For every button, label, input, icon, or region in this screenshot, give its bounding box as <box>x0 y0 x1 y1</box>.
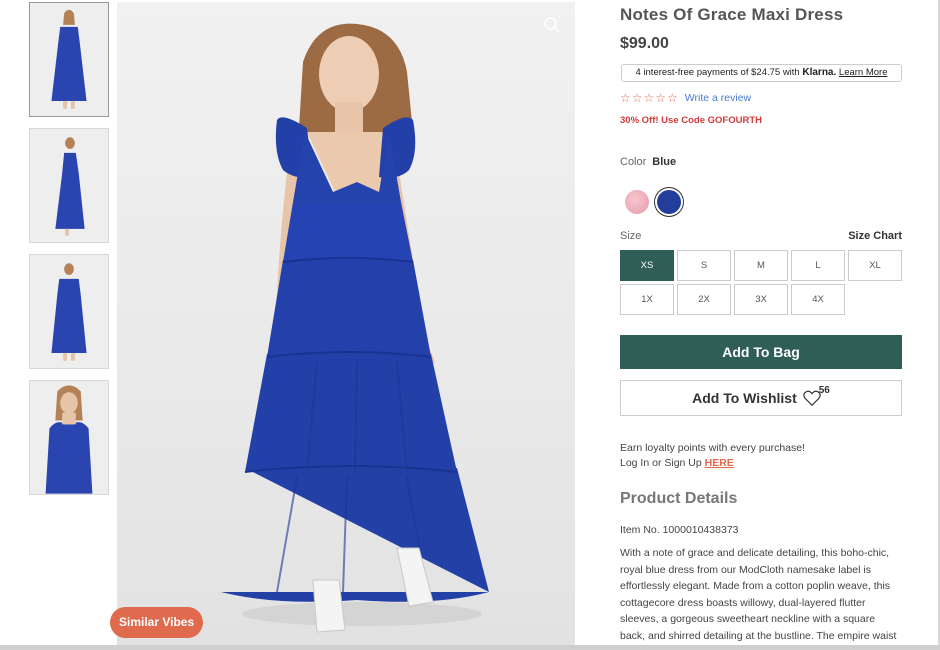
klarna-logo: Klarna. <box>802 67 837 78</box>
size-1x-button[interactable]: 1X <box>620 284 674 315</box>
add-to-wishlist-label: Add To Wishlist <box>692 390 797 406</box>
size-2x-button[interactable]: 2X <box>677 284 731 315</box>
zoom-icon[interactable] <box>543 16 561 34</box>
thumbnail-front[interactable] <box>29 2 109 117</box>
size-xl-button[interactable]: XL <box>848 250 902 281</box>
loyalty-message: Earn loyalty points with every purchase!… <box>620 441 805 471</box>
color-swatch-pink[interactable] <box>625 190 649 214</box>
wishlist-count: 56 <box>818 384 830 396</box>
thumbnail-front-image <box>30 3 108 116</box>
size-s-button[interactable]: S <box>677 250 731 281</box>
color-swatch-blue[interactable] <box>657 190 681 214</box>
size-4x-button[interactable]: 4X <box>791 284 845 315</box>
color-label: Color Blue <box>620 156 676 168</box>
klarna-payment-banner: 4 interest-free payments of $24.75 with … <box>621 64 902 82</box>
item-number: Item No. 1000010438373 <box>620 524 739 536</box>
thumbnail-side[interactable] <box>29 128 109 243</box>
window-bottom-border <box>0 645 940 650</box>
add-to-bag-button[interactable]: Add To Bag <box>620 335 902 369</box>
add-to-wishlist-button[interactable]: Add To Wishlist 56 <box>620 380 902 416</box>
size-xs-button[interactable]: XS <box>620 250 674 281</box>
product-title: Notes Of Grace Maxi Dress <box>620 5 844 24</box>
thumbnail-back-image <box>30 255 108 368</box>
promo-text: 30% Off! Use Code GOFOURTH <box>620 115 762 126</box>
size-m-button[interactable]: M <box>734 250 788 281</box>
size-chart-link[interactable]: Size Chart <box>848 230 902 242</box>
product-details-heading: Product Details <box>620 490 738 507</box>
loyalty-line-1: Earn loyalty points with every purchase! <box>620 442 806 454</box>
size-label: Size <box>620 230 642 242</box>
thumbnail-back[interactable] <box>29 254 109 369</box>
thumbnail-closeup-image <box>30 381 108 494</box>
similar-vibes-button[interactable]: Similar Vibes <box>110 607 204 638</box>
klarna-text: 4 interest-free payments of $24.75 with <box>635 67 800 78</box>
product-price: $99.00 <box>620 35 669 52</box>
size-l-button[interactable]: L <box>791 250 845 281</box>
color-value: Blue <box>652 156 677 168</box>
loyalty-line-2: Log In or Sign Up HERE <box>620 456 805 471</box>
product-description: With a note of grace and delicate detail… <box>620 547 897 650</box>
thumbnail-side-image <box>30 129 108 242</box>
loyalty-login-text: Log In or Sign Up <box>620 457 702 469</box>
write-review-link[interactable]: Write a review <box>685 92 751 104</box>
rating-row: ☆☆☆☆☆ Write a review <box>620 91 751 105</box>
loyalty-here-link[interactable]: HERE <box>705 457 734 469</box>
size-3x-button[interactable]: 3X <box>734 284 788 315</box>
klarna-learn-more-link[interactable]: Learn More <box>839 67 888 78</box>
color-label-text: Color <box>620 156 647 168</box>
star-rating-icon: ☆☆☆☆☆ <box>620 91 679 105</box>
thumbnail-closeup[interactable] <box>29 380 109 495</box>
main-product-image[interactable] <box>117 2 575 645</box>
model-in-dress-illustration <box>221 23 489 633</box>
